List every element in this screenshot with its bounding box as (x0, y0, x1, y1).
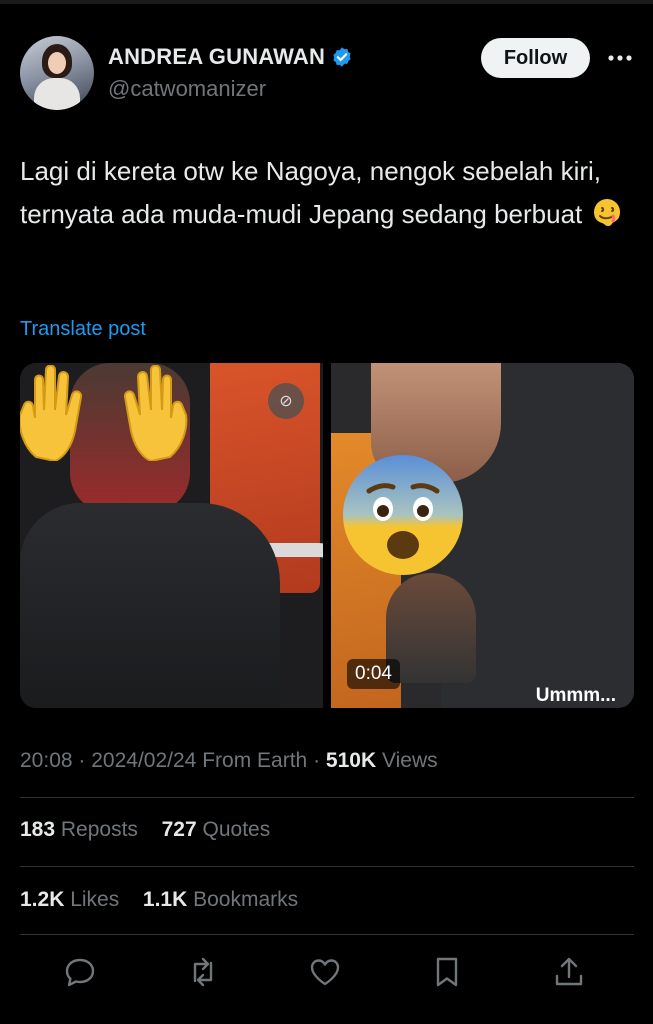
tweet-body: Lagi di kereta otw ke Nagoya, nengok seb… (20, 156, 602, 229)
author-handle[interactable]: @catwomanizer (108, 76, 266, 102)
share-icon[interactable] (547, 950, 591, 994)
divider (20, 934, 634, 935)
bookmarks-stat[interactable]: 1.1K Bookmarks (143, 888, 298, 911)
post-time[interactable]: 20:08 (20, 749, 73, 772)
views-label: Views (381, 749, 438, 772)
melting-face-emoji-icon (593, 199, 620, 226)
bookmark-icon[interactable] (425, 950, 469, 994)
video-caption: Ummm... (535, 685, 616, 706)
reply-icon[interactable] (58, 950, 102, 994)
top-edge (0, 0, 653, 4)
views-count: 510K (325, 749, 377, 772)
like-icon[interactable] (303, 950, 347, 994)
more-options-icon[interactable] (606, 46, 634, 70)
tweet-text: Lagi di kereta otw ke Nagoya, nengok seb… (20, 150, 630, 236)
likes-bookmarks-row: 1.2K Likes 1.1K Bookmarks (20, 888, 298, 912)
post-source: From Earth (202, 749, 308, 772)
reposts-stat[interactable]: 183 Reposts (20, 818, 138, 841)
reposts-quotes-row: 183 Reposts 727 Quotes (20, 818, 270, 842)
action-bar (0, 950, 653, 994)
likes-stat[interactable]: 1.2K Likes (20, 888, 119, 911)
author-name[interactable]: ANDREA GUNAWAN (108, 44, 325, 70)
translate-post-link[interactable]: Translate post (20, 318, 146, 341)
hidden-content-icon[interactable]: ⊘ (268, 383, 304, 419)
post-date[interactable]: 2024/02/24 (91, 749, 196, 772)
quotes-stat[interactable]: 727 Quotes (162, 818, 271, 841)
media-gallery[interactable]: ⊘ 0:04 Ummm... (20, 363, 634, 708)
divider (20, 797, 634, 798)
raised-hand-emoji-icon (123, 365, 188, 461)
verified-badge-icon (333, 47, 351, 67)
media-video-right[interactable]: 0:04 Ummm... (331, 363, 634, 708)
post-meta: 20:08 · 2024/02/24 From Earth · 510K Vie… (20, 749, 438, 772)
raised-hand-emoji-icon (20, 365, 83, 461)
fearful-face-emoji-icon (343, 455, 463, 575)
author-name-row[interactable]: ANDREA GUNAWAN (108, 44, 353, 70)
divider (20, 866, 634, 867)
media-image-left[interactable]: ⊘ (20, 363, 323, 708)
video-duration-badge: 0:04 (347, 659, 400, 689)
repost-icon[interactable] (181, 950, 225, 994)
avatar[interactable] (20, 36, 94, 110)
follow-button[interactable]: Follow (481, 38, 590, 78)
